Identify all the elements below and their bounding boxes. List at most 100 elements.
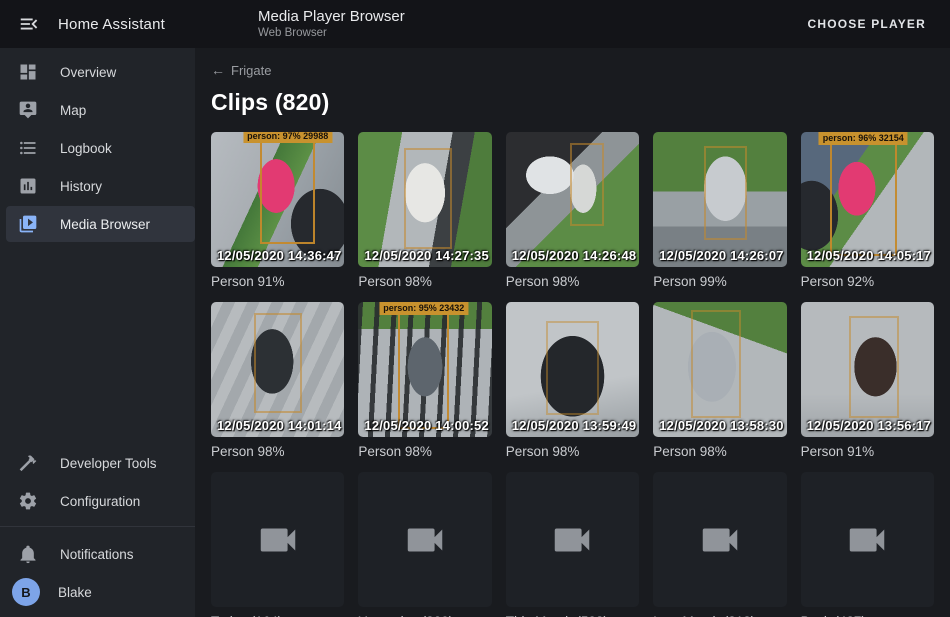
folder-thumbnail[interactable] [653,472,786,607]
topbar-left: Home Assistant [0,12,195,36]
panel-title: Media Player Browser [258,8,405,25]
clip-thumbnail[interactable]: person: 97% 29988 12/05/2020 14:36:47 [211,132,344,267]
clip-caption: Person 98% [211,444,344,459]
detection-bbox: person: 95% 23432 [398,313,449,429]
clip-card[interactable]: 12/05/2020 13:58:30 Person 98% [653,302,786,459]
choose-player-button[interactable]: CHOOSE PLAYER [801,9,932,39]
breadcrumb-back[interactable]: ← Frigate [211,62,271,78]
clip-caption: Person 91% [801,444,934,459]
clip-thumbnail[interactable]: 12/05/2020 13:56:17 [801,302,934,437]
folder-thumbnail[interactable] [211,472,344,607]
sidebar-divider [0,526,195,527]
clip-card[interactable]: 12/05/2020 14:26:07 Person 99% [653,132,786,289]
sidebar-item-label: Notifications [60,547,134,562]
sidebar-toggle-button[interactable] [17,12,41,36]
user-name: Blake [58,585,92,600]
detection-bbox [546,321,599,416]
gear-icon [18,491,38,511]
folder-card-back[interactable]: Back (427) [801,472,934,617]
sidebar-item-label: History [60,179,102,194]
sidebar-item-map[interactable]: Map [0,92,195,128]
folder-thumbnail[interactable] [506,472,639,607]
clip-caption: Person 98% [653,444,786,459]
sidebar-item-label: Logbook [60,141,112,156]
clip-timestamp: 12/05/2020 14:26:07 [659,248,784,263]
detection-bbox [404,148,452,249]
folder-card-this-month[interactable]: This Month (502) [506,472,639,617]
clip-timestamp: 12/05/2020 14:26:48 [512,248,637,263]
clip-card[interactable]: person: 97% 29988 12/05/2020 14:36:47 Pe… [211,132,344,289]
app-title: Home Assistant [58,16,165,33]
clips-grid: person: 97% 29988 12/05/2020 14:36:47 Pe… [195,126,950,617]
folder-card-last-month[interactable]: Last Month (318) [653,472,786,617]
clip-card[interactable]: 12/05/2020 14:27:35 Person 98% [358,132,491,289]
clip-timestamp: 12/05/2020 14:01:14 [217,418,342,433]
detection-bbox [570,143,605,227]
sidebar-item-notifications[interactable]: Notifications [0,536,195,572]
clip-card[interactable]: person: 96% 32154 12/05/2020 14:05:17 Pe… [801,132,934,289]
hammer-icon [18,453,38,473]
sidebar-item-developer-tools[interactable]: Developer Tools [0,445,195,481]
clip-thumbnail[interactable]: 12/05/2020 14:27:35 [358,132,491,267]
detection-label: person: 95% 23432 [379,302,468,315]
detection-bbox [704,146,747,241]
detection-bbox [849,316,900,419]
detection-label: person: 96% 32154 [819,132,908,145]
format-list-bulleted-icon [18,138,38,158]
play-box-multiple-icon [18,214,38,234]
sidebar-spacer [0,243,195,444]
sidebar-item-label: Configuration [60,494,140,509]
clip-caption: Person 98% [358,274,491,289]
media-browser-panel: ← Frigate Clips (820) person: 97% 29988 … [195,48,950,617]
clip-thumbnail[interactable]: 12/05/2020 14:26:07 [653,132,786,267]
clip-card[interactable]: 12/05/2020 13:56:17 Person 91% [801,302,934,459]
clip-card[interactable]: person: 95% 23432 12/05/2020 14:00:52 Pe… [358,302,491,459]
clip-caption: Person 91% [211,274,344,289]
clip-timestamp: 12/05/2020 13:58:30 [659,418,784,433]
clip-timestamp: 12/05/2020 14:27:35 [364,248,489,263]
clip-timestamp: 12/05/2020 14:36:47 [217,248,342,263]
top-app-bar: Home Assistant Media Player Browser Web … [0,0,950,48]
topbar-main: Media Player Browser Web Browser CHOOSE … [195,8,950,40]
clip-timestamp: 12/05/2020 13:56:17 [807,418,932,433]
video-camera-icon [549,517,595,563]
clip-timestamp: 12/05/2020 14:00:52 [364,418,489,433]
clip-timestamp: 12/05/2020 13:59:49 [512,418,637,433]
content-header: ← Frigate Clips (820) [195,48,950,126]
folder-thumbnail[interactable] [801,472,934,607]
detection-bbox [691,310,742,418]
home-assistant-app: Home Assistant Media Player Browser Web … [0,0,950,617]
video-camera-icon [402,517,448,563]
clip-caption: Person 98% [358,444,491,459]
clip-thumbnail[interactable]: 12/05/2020 14:26:48 [506,132,639,267]
back-arrow-icon: ← [211,62,225,78]
clip-thumbnail[interactable]: 12/05/2020 13:59:49 [506,302,639,437]
clip-timestamp: 12/05/2020 14:05:17 [807,248,932,263]
panel-subtitle: Web Browser [258,27,405,40]
sidebar-item-label: Map [60,103,86,118]
clip-card[interactable]: 12/05/2020 13:59:49 Person 98% [506,302,639,459]
video-camera-icon [844,517,890,563]
clip-thumbnail[interactable]: 12/05/2020 13:58:30 [653,302,786,437]
folder-card-today[interactable]: Today (164) [211,472,344,617]
clip-card[interactable]: 12/05/2020 14:01:14 Person 98% [211,302,344,459]
clip-thumbnail[interactable]: person: 96% 32154 12/05/2020 14:05:17 [801,132,934,267]
sidebar-item-logbook[interactable]: Logbook [0,130,195,166]
video-camera-icon [697,517,743,563]
user-avatar: B [12,578,40,606]
clip-card[interactable]: 12/05/2020 14:26:48 Person 98% [506,132,639,289]
sidebar-item-history[interactable]: History [0,168,195,204]
sidebar: Overview Map Logbook History [0,48,195,617]
folder-thumbnail[interactable] [358,472,491,607]
sidebar-item-profile[interactable]: B Blake [0,574,195,610]
sidebar-item-configuration[interactable]: Configuration [0,483,195,519]
clip-caption: Person 98% [506,444,639,459]
clip-caption: Person 99% [653,274,786,289]
clip-thumbnail[interactable]: person: 95% 23432 12/05/2020 14:00:52 [358,302,491,437]
sidebar-item-overview[interactable]: Overview [0,54,195,90]
folder-card-yesterday[interactable]: Yesterday (209) [358,472,491,617]
page-title: Clips (820) [211,89,934,116]
clip-thumbnail[interactable]: 12/05/2020 14:01:14 [211,302,344,437]
sidebar-item-media-browser[interactable]: Media Browser [6,206,195,242]
clip-caption: Person 98% [506,274,639,289]
